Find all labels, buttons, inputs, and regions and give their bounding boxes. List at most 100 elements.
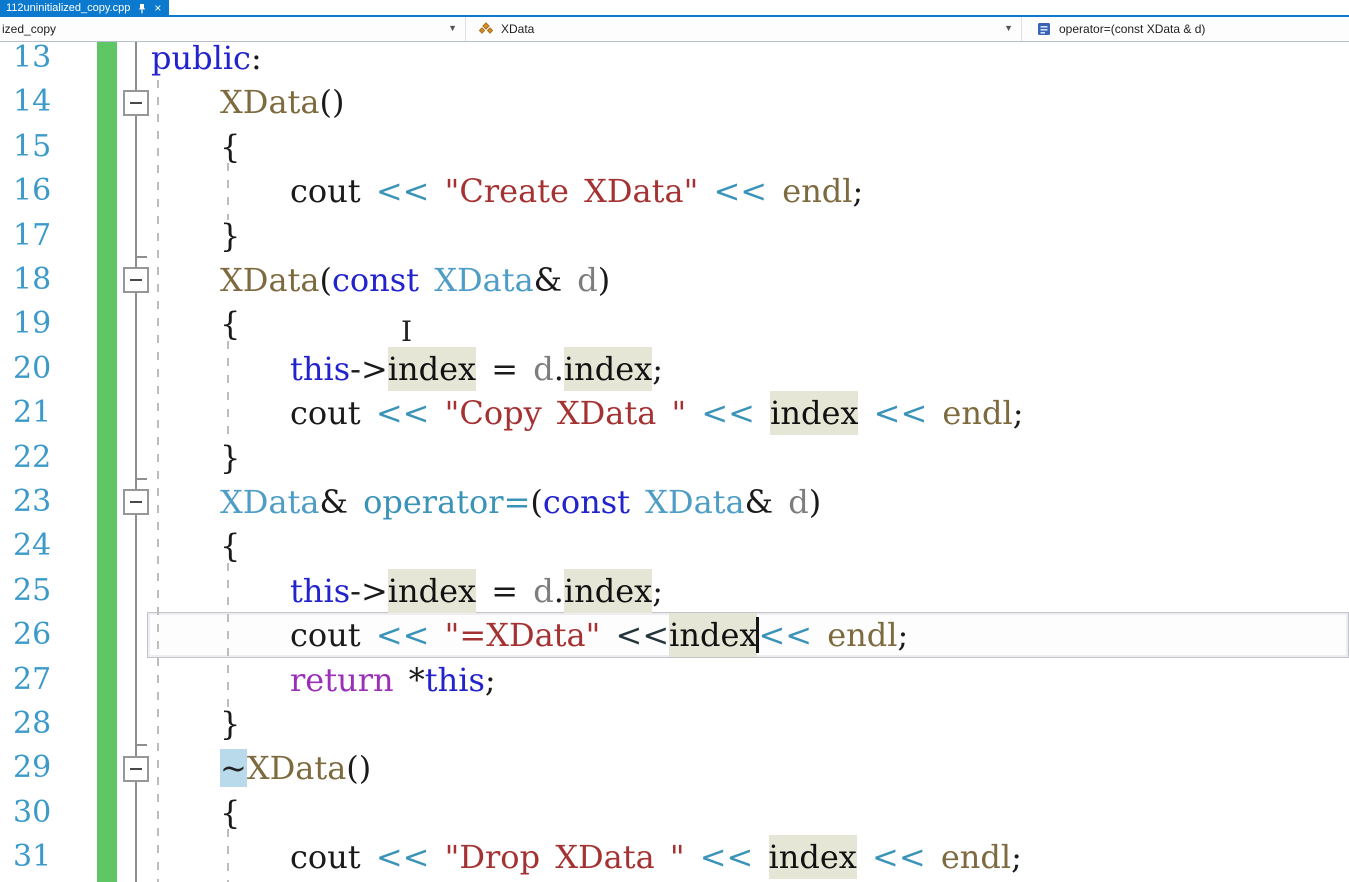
indent-guide [227, 562, 229, 709]
mouse-ibeam-cursor: I [401, 315, 413, 348]
indent-guide [227, 829, 229, 882]
code-token: { [220, 793, 241, 832]
fold-end-tick [136, 478, 147, 480]
code-token: << [872, 838, 926, 877]
code-token: cout [290, 838, 376, 877]
fold-collapse-box[interactable] [123, 755, 149, 782]
line-number: 19 [13, 306, 52, 342]
line-number: 26 [13, 617, 52, 653]
code-token: ; [484, 660, 496, 699]
code-token: this [290, 349, 351, 388]
code-line-15[interactable]: { [220, 125, 240, 169]
line-number: 27 [13, 661, 52, 697]
code-token: index [768, 838, 857, 877]
tab-strip: 112uninitialized_copy.cpp × [0, 0, 1349, 17]
code-token: index [387, 349, 477, 388]
chevron-down-icon: ▼ [448, 23, 457, 33]
code-token: << [701, 394, 755, 433]
code-token: & [744, 483, 774, 521]
code-token: ( [530, 483, 543, 521]
code-token: endl [940, 838, 1012, 877]
code-token: & [533, 261, 563, 299]
code-token: endl [942, 394, 1013, 433]
code-line-22[interactable]: } [220, 436, 240, 480]
code-token: -> [350, 349, 388, 388]
chevron-down-icon: ▼ [1004, 23, 1013, 33]
code-token: index [770, 394, 859, 433]
code-token: = [476, 349, 534, 388]
code-token: } [220, 705, 241, 743]
line-number: 22 [13, 439, 52, 475]
code-line-23[interactable]: XData& operator=(const XData& d) [220, 480, 821, 524]
line-number: 25 [13, 572, 52, 608]
code-line-28[interactable]: } [220, 702, 240, 746]
code-token: XData [220, 483, 320, 521]
code-token: { [220, 527, 241, 566]
code-token: index [387, 571, 477, 610]
close-icon[interactable]: × [154, 2, 161, 14]
code-line-20[interactable]: this->index = d.index; [290, 347, 663, 391]
code-token: d [577, 261, 598, 299]
fold-collapse-box[interactable] [123, 267, 149, 294]
code-line-31[interactable]: cout << "Drop XData " << index << endl; [290, 835, 1022, 879]
code-line-24[interactable]: { [220, 524, 240, 568]
code-token: { [220, 127, 241, 166]
code-token: << [873, 394, 928, 433]
code-token: << [375, 838, 430, 877]
code-token: << [375, 394, 430, 433]
line-number: 20 [13, 350, 52, 386]
code-line-21[interactable]: cout << "Copy XData " << index << endl; [290, 391, 1023, 435]
code-token: ; [1012, 394, 1024, 433]
type-dropdown[interactable]: XData ▼ [466, 17, 1022, 41]
code-line-13[interactable]: public: [151, 42, 262, 80]
code-token: "Create XData" [444, 172, 699, 211]
line-number: 28 [13, 706, 52, 741]
code-line-19[interactable]: { [220, 302, 240, 346]
code-token: ; [652, 349, 663, 388]
code-line-30[interactable]: { [220, 791, 240, 835]
code-token: const [542, 483, 630, 521]
line-number: 17 [13, 217, 52, 253]
indent-guide [227, 163, 229, 220]
code-token: { [220, 305, 241, 344]
line-number: 15 [13, 128, 52, 164]
code-token: this [290, 571, 351, 610]
pin-icon[interactable] [137, 3, 147, 14]
code-line-25[interactable]: this->index = d.index; [290, 569, 663, 613]
fold-collapse-box[interactable] [123, 489, 149, 516]
code-editor[interactable]: 13 14 15 16 17 18 19 20 21 22 23 24 25 26 27 28 29 30 31 p… [0, 42, 1349, 882]
code-token: XData [220, 83, 320, 122]
member-dropdown[interactable]: operator=(const XData & d) [1022, 17, 1349, 41]
fold-collapse-box[interactable] [123, 89, 149, 116]
code-line-26[interactable]: cout << "=XData" <<index<< endl; [290, 613, 908, 657]
code-line-29[interactable]: ~XData() [220, 746, 371, 790]
code-token: d [533, 349, 554, 388]
code-token: public [151, 42, 251, 77]
code-token: ; [652, 571, 663, 610]
code-token: index [563, 349, 653, 388]
code-token: & [319, 483, 364, 521]
scope-dropdown[interactable]: ized_copy ▼ [0, 17, 466, 41]
code-line-18[interactable]: XData(const XData& d) [220, 258, 610, 302]
code-token: XData [220, 261, 320, 299]
line-number: 31 [13, 839, 52, 875]
code-token: ; [1011, 838, 1022, 877]
code-token: ( [319, 261, 332, 299]
code-line-14[interactable]: XData() [220, 80, 344, 124]
code-line-16[interactable]: cout << "Create XData" << endl; [290, 169, 863, 213]
code-line-27[interactable]: return *this; [290, 658, 496, 702]
code-token: "Drop XData " [444, 838, 685, 877]
code-token: () [346, 749, 372, 788]
tab-active-file[interactable]: 112uninitialized_copy.cpp × [0, 0, 170, 17]
code-line-17[interactable]: } [220, 214, 240, 258]
